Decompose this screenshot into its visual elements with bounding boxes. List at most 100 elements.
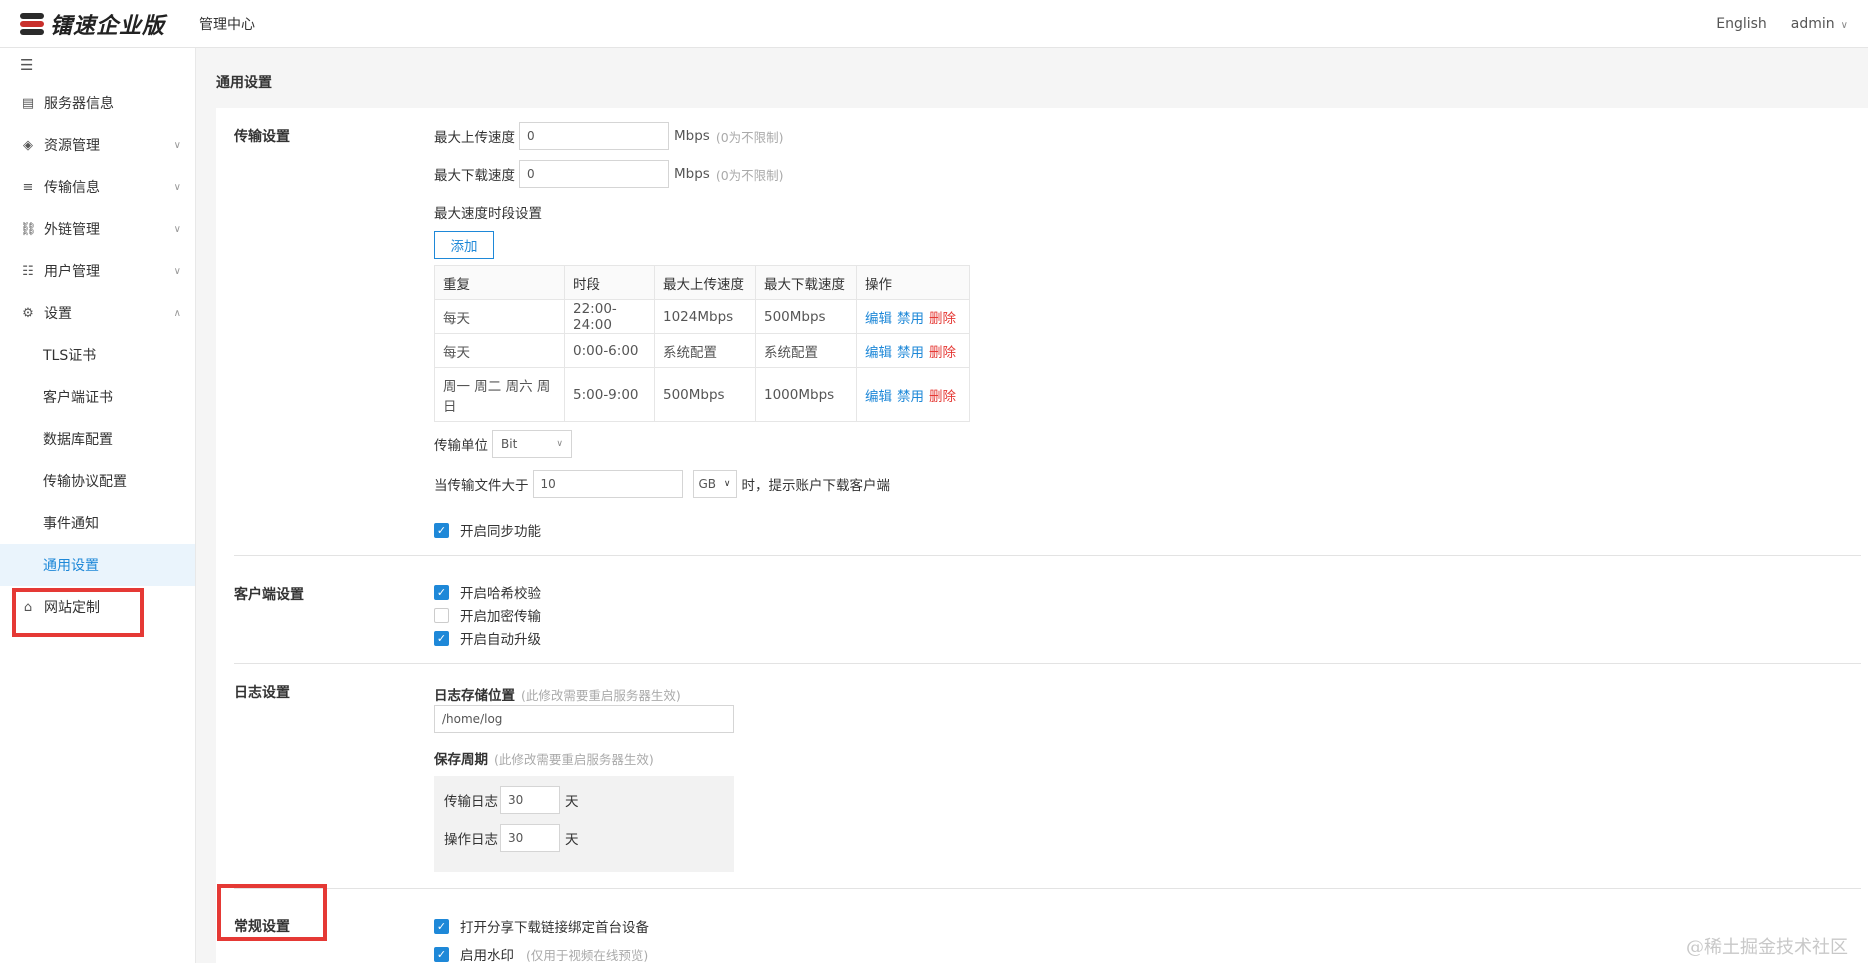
table-row: 每天 22:00-24:00 1024Mbps 500Mbps 编辑 禁用 删除 <box>434 299 970 334</box>
file-size-input[interactable]: 10 <box>532 470 683 498</box>
watermark-label: 启用水印 <box>460 948 514 963</box>
edit-link[interactable]: 编辑 <box>865 389 892 405</box>
log-storage-input[interactable]: /home/log <box>434 705 734 733</box>
sidebar-subitem-database-config[interactable]: 数据库配置 <box>0 418 195 460</box>
hash-check-label: 开启哈希校验 <box>460 586 541 602</box>
language-switch[interactable]: English <box>1716 16 1767 32</box>
file-size-unit-select[interactable]: GB ∨ <box>692 470 737 498</box>
cell-repeat: 周一 周二 周六 周日 <box>434 367 565 422</box>
period-settings-label: 最大速度时段设置 <box>434 206 542 222</box>
watermark-option[interactable]: ✓ 启用水印 (仅用于视频在线预览) <box>434 944 648 963</box>
cell-max-download: 500Mbps <box>755 299 857 334</box>
max-download-input[interactable]: 0 <box>519 160 669 188</box>
delete-link[interactable]: 删除 <box>929 345 956 361</box>
admin-center-title: 管理中心 <box>199 16 256 33</box>
share-bind-checkbox[interactable]: ✓ <box>434 918 449 934</box>
sync-checkbox[interactable]: ✓ <box>434 522 449 538</box>
cell-max-upload: 1024Mbps <box>654 299 756 334</box>
cell-period: 5:00-9:00 <box>564 367 655 422</box>
watermark-checkbox[interactable]: ✓ <box>434 946 449 962</box>
edit-link[interactable]: 编辑 <box>865 311 892 327</box>
sync-option[interactable]: ✓ 开启同步功能 <box>434 520 541 540</box>
settings-panel: 传输设置 最大上传速度 0 Mbps (0为不限制) 最大下载速度 0 Mbps… <box>216 108 1868 963</box>
transfer-log-label: 传输日志 <box>444 794 498 810</box>
logo[interactable]: 镭速企业版 <box>20 8 165 40</box>
encrypted-transfer-label: 开启加密传输 <box>460 609 541 625</box>
upload-unit: Mbps <box>674 128 710 144</box>
user-menu[interactable]: admin ∨ <box>1791 16 1848 32</box>
sidebar-item-users[interactable]: ☷ 用户管理 ∨ <box>0 250 195 292</box>
sidebar-subitem-general-settings[interactable]: 通用设置 <box>0 544 195 586</box>
retention-box: 传输日志 30 天 操作日志 30 天 <box>434 776 734 872</box>
cell-actions: 编辑 禁用 删除 <box>856 367 970 422</box>
sidebar-item-links[interactable]: ⛓ 外链管理 ∨ <box>0 208 195 250</box>
sidebar-subitem-transfer-protocol[interactable]: 传输协议配置 <box>0 460 195 502</box>
column-header-period: 时段 <box>564 265 655 300</box>
delete-link[interactable]: 删除 <box>929 311 956 327</box>
transfer-unit-label: 传输单位 <box>434 438 488 454</box>
sidebar-item-resources[interactable]: ◈ 资源管理 ∨ <box>0 124 195 166</box>
sidebar-item-settings[interactable]: ⚙ 设置 ∧ <box>0 292 195 334</box>
highlight-box <box>12 588 144 637</box>
logo-text: 镭速企业版 <box>50 13 166 39</box>
chevron-up-icon: ∧ <box>173 307 181 319</box>
disable-link[interactable]: 禁用 <box>897 389 924 405</box>
disable-link[interactable]: 禁用 <box>897 311 924 327</box>
cell-max-download: 1000Mbps <box>755 367 857 422</box>
operation-log-input[interactable]: 30 <box>500 824 560 852</box>
hash-check-option[interactable]: ✓ 开启哈希校验 <box>434 582 541 602</box>
server-icon: ▤ <box>21 95 35 111</box>
watermark-hint: (仅用于视频在线预览) <box>526 947 649 963</box>
add-period-button[interactable]: 添加 <box>434 231 494 259</box>
max-download-label: 最大下载速度 <box>434 168 515 184</box>
auto-upgrade-label: 开启自动升级 <box>460 632 541 648</box>
chevron-down-icon: ∨ <box>1840 20 1848 31</box>
cell-period: 22:00-24:00 <box>564 299 655 334</box>
section-label-log: 日志设置 <box>234 685 290 701</box>
share-bind-option[interactable]: ✓ 打开分享下载链接绑定首台设备 <box>434 916 649 936</box>
transfer-log-input[interactable]: 30 <box>500 786 560 814</box>
transfer-unit-row: 传输单位 Bit ∨ <box>434 430 572 458</box>
logo-icon <box>20 12 44 36</box>
chevron-down-icon: ∨ <box>723 479 731 489</box>
disable-link[interactable]: 禁用 <box>897 345 924 361</box>
chevron-down-icon: ∨ <box>556 439 563 449</box>
max-upload-input[interactable]: 0 <box>519 122 669 150</box>
highlight-box <box>217 884 327 941</box>
sidebar-subitem-event-notify[interactable]: 事件通知 <box>0 502 195 544</box>
sidebar-item-label: 用户管理 <box>44 264 100 280</box>
sidebar-item-transfer-info[interactable]: ≡ 传输信息 ∨ <box>0 166 195 208</box>
file-size-suffix: 时，提示账户下载客户端 <box>741 478 891 494</box>
transfer-unit-select[interactable]: Bit ∨ <box>492 430 572 458</box>
encrypted-transfer-checkbox[interactable] <box>434 607 449 623</box>
menu-collapse-icon[interactable]: ☰ <box>0 48 195 82</box>
site-watermark: @稀土掘金技术社区 <box>1686 937 1848 958</box>
column-header-max-upload: 最大上传速度 <box>654 265 756 300</box>
sidebar-item-label: 外链管理 <box>44 222 100 238</box>
cell-max-download: 系统配置 <box>755 333 857 368</box>
sidebar-subitem-tls-cert[interactable]: TLS证书 <box>0 334 195 376</box>
upload-hint: (0为不限制) <box>715 129 784 145</box>
file-size-row: 当传输文件大于 10 GB ∨ 时，提示账户下载客户端 <box>434 470 890 498</box>
chevron-down-icon: ∨ <box>173 139 181 151</box>
operation-log-row: 操作日志 30 天 <box>444 824 579 852</box>
hash-check-checkbox[interactable]: ✓ <box>434 584 449 600</box>
auto-upgrade-checkbox[interactable]: ✓ <box>434 630 449 646</box>
edit-link[interactable]: 编辑 <box>865 345 892 361</box>
gear-icon: ⚙ <box>22 305 34 321</box>
sidebar-item-label: 服务器信息 <box>44 96 114 112</box>
encrypted-transfer-option[interactable]: 开启加密传输 <box>434 605 541 625</box>
delete-link[interactable]: 删除 <box>929 389 956 405</box>
cell-repeat: 每天 <box>434 299 565 334</box>
download-unit: Mbps <box>674 166 710 182</box>
log-storage-title: 日志存储位置 <box>434 688 515 704</box>
auto-upgrade-option[interactable]: ✓ 开启自动升级 <box>434 628 541 648</box>
share-bind-label: 打开分享下载链接绑定首台设备 <box>460 920 649 936</box>
sidebar-item-server-info[interactable]: ▤ 服务器信息 <box>0 82 195 124</box>
sidebar-subitem-client-cert[interactable]: 客户端证书 <box>0 376 195 418</box>
restart-hint: (此修改需要重启服务器生效) <box>494 752 654 767</box>
speed-period-table: 重复 时段 最大上传速度 最大下载速度 操作 每天 22:00-24:00 10… <box>434 265 970 422</box>
section-divider <box>234 555 1861 556</box>
table-row: 每天 0:00-6:00 系统配置 系统配置 编辑 禁用 删除 <box>434 333 970 368</box>
cell-max-upload: 系统配置 <box>654 333 756 368</box>
